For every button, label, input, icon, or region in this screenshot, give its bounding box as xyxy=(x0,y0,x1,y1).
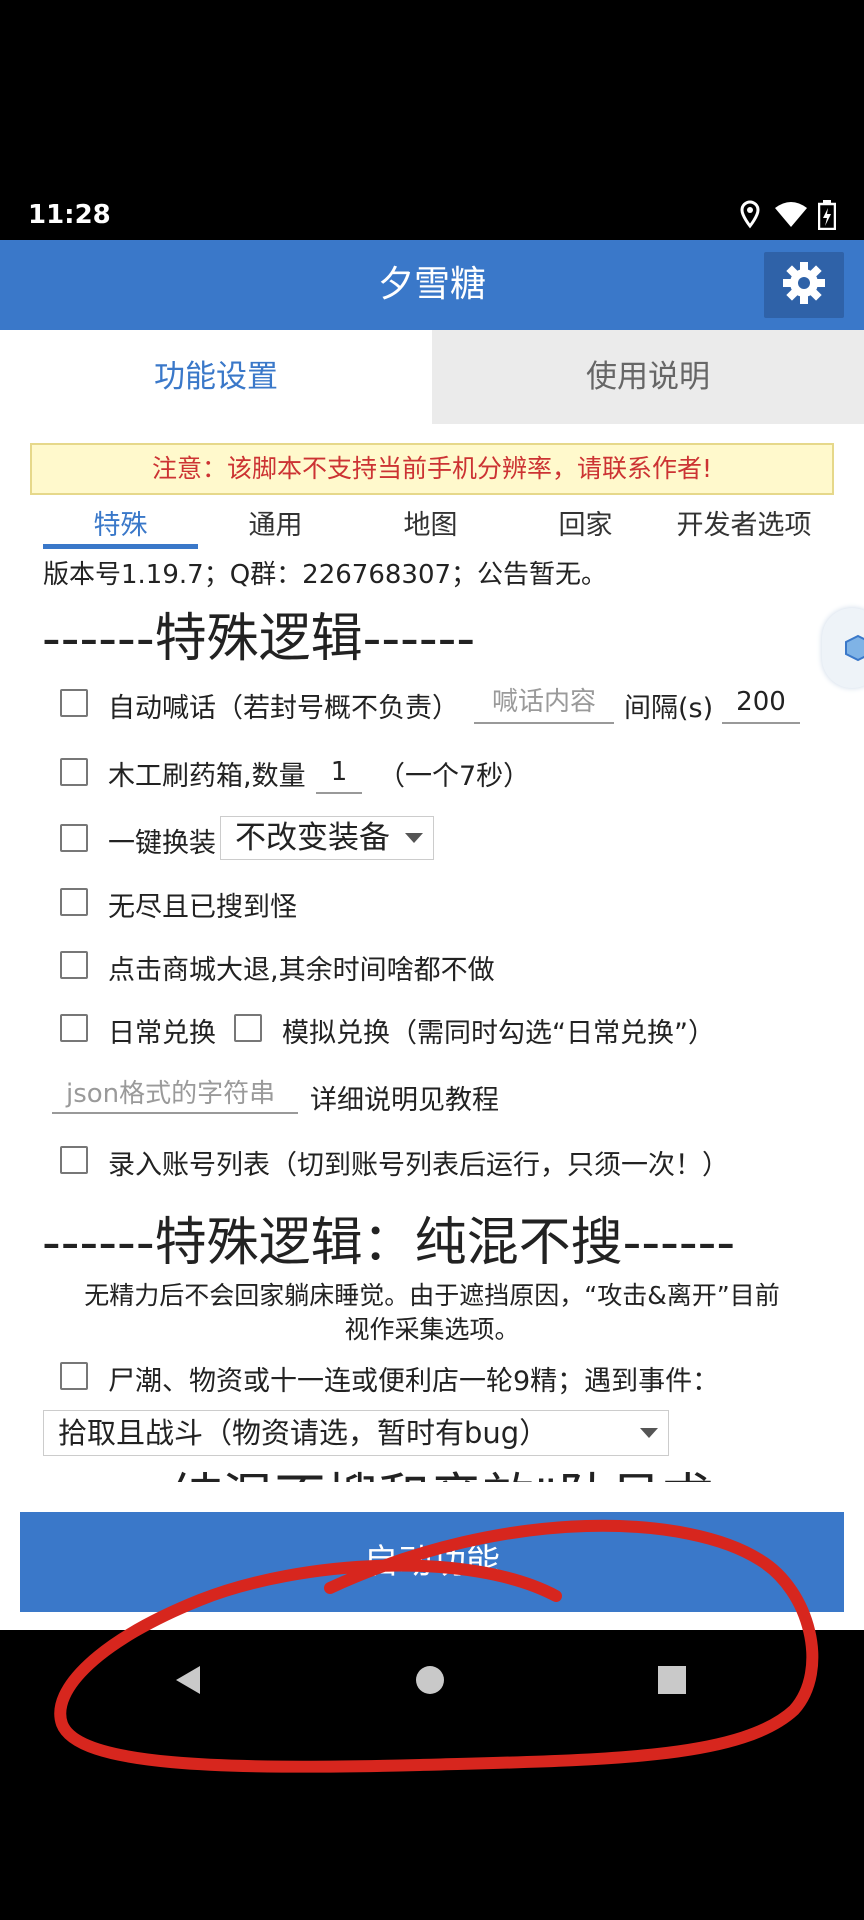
wifi-icon xyxy=(774,202,808,232)
mall-exit-checkbox[interactable] xyxy=(60,951,88,979)
app-title: 夕雪糖 xyxy=(377,264,486,305)
auto-shout-label: 自动喊话（若封号概不负责） xyxy=(108,693,459,724)
section-title-pure-mix: ------特殊逻辑：纯混不搜------ xyxy=(42,1213,736,1273)
subtab-general[interactable]: 通用 xyxy=(198,506,353,546)
home-circle-icon xyxy=(414,1666,446,1700)
mall-exit-label: 点击商城大退,其余时间啥都不做 xyxy=(108,955,495,986)
one-key-change-label: 一键换装 xyxy=(108,828,216,859)
subtab-indicator xyxy=(43,544,198,549)
subtab-map[interactable]: 地图 xyxy=(353,506,508,546)
nav-back-button[interactable] xyxy=(170,1662,206,1702)
subtab-special[interactable]: 特殊 xyxy=(43,506,198,546)
corpse-tide-checkbox[interactable] xyxy=(60,1362,88,1390)
json-note: 详细说明见教程 xyxy=(310,1085,499,1116)
one-key-change-checkbox[interactable] xyxy=(60,824,88,852)
endless-label: 无尽且已搜到怪 xyxy=(108,892,297,923)
subtab-go-home[interactable]: 回家 xyxy=(508,506,663,546)
location-icon xyxy=(738,200,762,234)
json-string-input[interactable]: json格式的字符串 xyxy=(52,1074,298,1114)
nav-recents-button[interactable] xyxy=(656,1664,688,1700)
gear-icon xyxy=(781,260,827,310)
corpse-tide-label: 尸潮、物资或十一连或便利店一轮9精；遇到事件： xyxy=(108,1366,720,1397)
subtab-developer-options[interactable]: 开发者选项 xyxy=(660,506,828,546)
dropdown-arrow-icon xyxy=(640,1428,658,1438)
cube-icon xyxy=(844,634,864,666)
interval-label: 间隔(s) xyxy=(624,693,714,724)
shout-content-input[interactable]: 喊话内容 xyxy=(474,682,614,724)
endless-checkbox[interactable] xyxy=(60,888,88,916)
battery-icon xyxy=(817,200,837,234)
start-function-button[interactable]: 启动功能 xyxy=(20,1512,844,1612)
event-action-select[interactable]: 拾取且战斗（物资请选，暂时有bug） xyxy=(43,1410,669,1456)
section-title-special-logic: ------特殊逻辑------ xyxy=(42,609,476,669)
section2-description-line2: 视作采集选项。 xyxy=(344,1315,520,1344)
equipment-select[interactable]: 不改变装备 xyxy=(220,816,434,860)
status-time: 11:28 xyxy=(28,200,111,230)
carpenter-label: 木工刷药箱,数量 xyxy=(108,761,306,792)
notice-banner: 注意：该脚本不支持当前手机分辨率，请联系作者! xyxy=(30,443,834,495)
daily-exchange-label: 日常兑换 xyxy=(108,1018,216,1049)
interval-input[interactable]: 200 xyxy=(722,682,800,724)
tab-usage-instructions-label: 使用说明 xyxy=(586,359,710,395)
carpenter-suffix: （一个7秒） xyxy=(378,761,531,792)
simulate-exchange-label: 模拟兑换（需同时勾选“日常兑换”） xyxy=(282,1018,715,1049)
tab-function-settings[interactable]: 功能设置 xyxy=(0,330,432,424)
back-triangle-icon xyxy=(170,1666,206,1702)
version-line: 版本号1.19.7；Q群：226768307；公告暂无。 xyxy=(43,560,608,590)
tab-function-settings-label: 功能设置 xyxy=(154,359,278,395)
cutoff-text: 纯混不搜和音效"队员求 xyxy=(170,1462,714,1482)
recents-square-icon xyxy=(656,1666,688,1700)
scroll-cutoff: 纯混不搜和音效"队员求 xyxy=(0,1462,864,1482)
dropdown-arrow-icon xyxy=(405,833,423,843)
section2-description-line1: 无精力后不会回家躺床睡觉。由于遮挡原因，“攻击&离开”目前 xyxy=(84,1281,780,1310)
auto-shout-checkbox[interactable] xyxy=(60,689,88,717)
floating-bubble[interactable] xyxy=(822,608,864,688)
carpenter-quantity-input[interactable]: 1 xyxy=(316,752,362,794)
nav-home-button[interactable] xyxy=(414,1664,446,1700)
carpenter-checkbox[interactable] xyxy=(60,758,88,786)
tab-usage-instructions[interactable]: 使用说明 xyxy=(432,330,864,424)
account-list-checkbox[interactable] xyxy=(60,1146,88,1174)
settings-button[interactable] xyxy=(764,252,844,318)
simulate-exchange-checkbox[interactable] xyxy=(234,1014,262,1042)
daily-exchange-checkbox[interactable] xyxy=(60,1014,88,1042)
account-list-label: 录入账号列表（切到账号列表后运行，只须一次！） xyxy=(108,1150,729,1181)
status-bar xyxy=(0,196,864,240)
